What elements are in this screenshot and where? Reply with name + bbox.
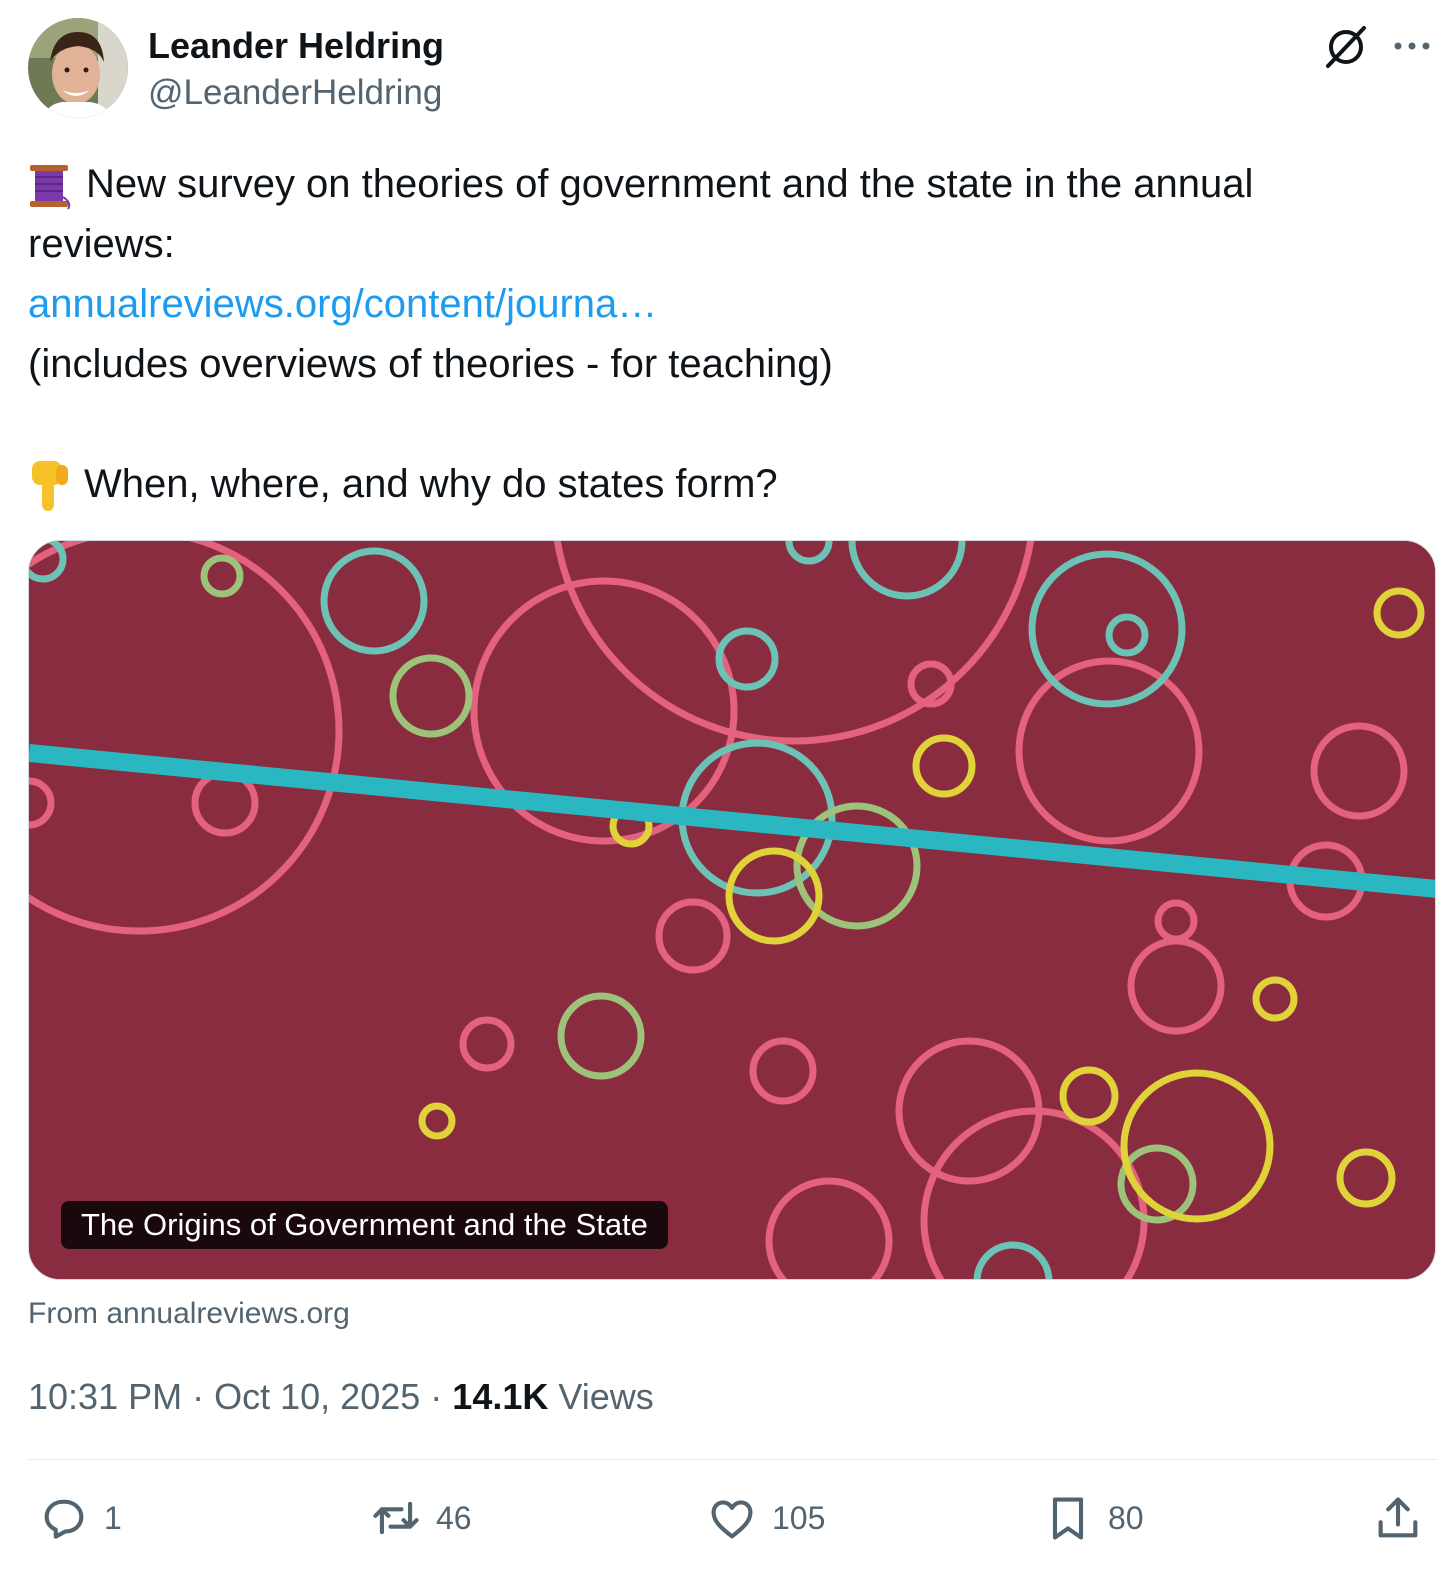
article-link[interactable]: annualreviews.org/content/journa… [28, 282, 657, 326]
retweet-button[interactable]: 46 [370, 1492, 472, 1544]
author-handle[interactable]: @LeanderHeldring [148, 71, 444, 115]
tweet-time[interactable]: 10:31 PM [28, 1376, 182, 1417]
tweet-line-1-text: New survey on theories of government and… [86, 162, 1254, 206]
thread-spool-icon [30, 165, 71, 210]
pointing-down-icon [32, 461, 68, 512]
divider [28, 1459, 1438, 1460]
tweet: Leander Heldring @LeanderHeldring New su… [0, 0, 1456, 1573]
bookmark-icon [1052, 1497, 1084, 1540]
more-icon[interactable] [1390, 24, 1434, 68]
share-icon [1378, 1497, 1418, 1538]
retweet-count: 46 [436, 1499, 472, 1536]
grok-icon[interactable] [1322, 22, 1370, 70]
avatar[interactable] [28, 18, 128, 118]
share-button[interactable] [1372, 1492, 1424, 1544]
tweet-date[interactable]: Oct 10, 2025 [214, 1376, 420, 1417]
views-count: 14.1K [452, 1376, 549, 1417]
retweet-icon [373, 1501, 419, 1535]
tweet-text: New survey on theories of government and… [28, 154, 1428, 514]
tweet-link-line: annualreviews.org/content/journa… [28, 274, 1428, 334]
reply-icon [44, 1499, 84, 1539]
reply-button[interactable]: 1 [38, 1492, 122, 1544]
tweet-meta: 10:31 PM · Oct 10, 2025 · 14.1K Views [28, 1372, 654, 1422]
tweet-line-4: (includes overviews of theories - for te… [28, 342, 833, 386]
card-title: The Origins of Government and the State [61, 1201, 668, 1249]
card-image [29, 541, 1435, 1279]
author-display-name[interactable]: Leander Heldring [148, 24, 444, 68]
author-names: Leander Heldring @LeanderHeldring [148, 24, 444, 115]
bookmark-button[interactable]: 80 [1042, 1492, 1144, 1544]
tweet-header: Leander Heldring @LeanderHeldring [28, 18, 444, 118]
bookmark-count: 80 [1108, 1499, 1144, 1536]
like-button[interactable]: 105 [706, 1492, 825, 1544]
reply-count: 1 [104, 1499, 122, 1536]
tweet-line-2: reviews: [28, 222, 175, 266]
views-label: Views [558, 1376, 654, 1417]
card-source[interactable]: From annualreviews.org [28, 1294, 350, 1334]
tweet-line-5-text: When, where, and why do states form? [84, 462, 778, 506]
like-count: 105 [772, 1499, 826, 1536]
tweet-line-1: New survey on theories of government and… [28, 154, 1428, 214]
like-icon [711, 1500, 753, 1539]
meta-separator: · [192, 1376, 205, 1417]
meta-separator: · [430, 1376, 443, 1417]
tweet-line-5: When, where, and why do states form? [28, 454, 1428, 514]
top-actions [1322, 22, 1434, 70]
link-card[interactable]: The Origins of Government and the State [28, 540, 1436, 1280]
action-bar: 1 46 105 80 [38, 1492, 1428, 1552]
